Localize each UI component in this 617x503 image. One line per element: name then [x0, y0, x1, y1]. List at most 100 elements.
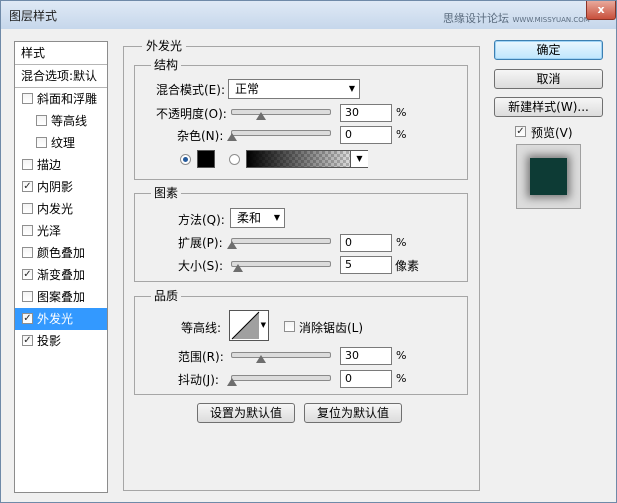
range-label: 范围(R): [178, 350, 224, 364]
sidebar-item-label: 内阴影 [37, 180, 74, 194]
glow-color-swatch[interactable] [197, 150, 215, 168]
sidebar-item-label: 光泽 [37, 224, 62, 238]
size-field[interactable]: 5 [340, 256, 392, 274]
contour-label: 等高线: [181, 321, 222, 335]
noise-field[interactable]: 0 [340, 126, 392, 144]
style-checkbox[interactable] [22, 225, 33, 236]
jitter-slider[interactable] [231, 375, 331, 381]
spread-label: 扩展(P): [178, 236, 223, 250]
range-slider-thumb[interactable] [256, 355, 267, 363]
quality-title: 品质 [151, 287, 182, 304]
gradient-radio[interactable] [229, 154, 240, 165]
noise-slider-thumb[interactable] [227, 133, 237, 141]
panel-title: 外发光 [142, 37, 187, 54]
sidebar-item[interactable]: ✓ 内阴影 [15, 176, 107, 198]
sidebar-item-label: 颜色叠加 [37, 246, 86, 260]
style-checkbox[interactable] [36, 137, 47, 148]
spread-slider[interactable] [231, 238, 331, 244]
set-default-button[interactable]: 设置为默认值 [197, 403, 295, 423]
contour-picker[interactable]: ▼ [229, 310, 269, 341]
sidebar-item[interactable]: 描边 [15, 154, 107, 176]
opacity-slider[interactable] [231, 109, 331, 115]
sidebar-item-label: 内发光 [37, 202, 74, 216]
jitter-field[interactable]: 0 [340, 370, 392, 388]
ok-button[interactable]: 确定 [494, 40, 603, 60]
antialias-checkbox[interactable] [284, 321, 295, 332]
antialias-label: 消除锯齿(L) [299, 321, 364, 335]
opacity-slider-thumb[interactable] [256, 112, 267, 120]
preview-label: 预览(V) [531, 126, 573, 140]
range-slider[interactable] [231, 352, 331, 358]
sidebar-item-label: 投影 [37, 334, 62, 348]
noise-slider[interactable] [231, 130, 331, 136]
style-checkbox[interactable]: ✓ [22, 269, 33, 280]
style-checkbox[interactable]: ✓ [22, 313, 33, 324]
solid-color-radio[interactable] [180, 154, 191, 165]
sidebar-item-label: 渐变叠加 [37, 268, 86, 282]
new-style-button[interactable]: 新建样式(W)... [494, 97, 603, 117]
cancel-button[interactable]: 取消 [494, 69, 603, 89]
jitter-slider-thumb[interactable] [227, 378, 237, 386]
contour-curve-icon [231, 311, 260, 340]
sidebar-item[interactable]: 等高线 [15, 110, 107, 132]
layer-style-dialog: 图层样式 思缘设计论坛 WWW.MISSYUAN.COM x 样式 混合选项:默… [0, 0, 617, 503]
spread-field[interactable]: 0 [340, 234, 392, 252]
opacity-field[interactable]: 30 [340, 104, 392, 122]
style-checkbox[interactable]: ✓ [22, 181, 33, 192]
range-field[interactable]: 30 [340, 347, 392, 365]
watermark-url: WWW.MISSYUAN.COM [512, 16, 590, 24]
style-list: 样式 混合选项:默认 斜面和浮雕等高线纹理描边 ✓ 内阴影内发光光泽颜色叠加 ✓ 渐变叠… [14, 41, 108, 493]
sidebar-item[interactable]: 纹理 [15, 132, 107, 154]
percent-unit: % [396, 349, 407, 362]
sidebar-item[interactable]: 颜色叠加 [15, 242, 107, 264]
method-select[interactable]: 柔和 ▼ [230, 208, 285, 228]
sidebar-item[interactable]: ✓ 外发光 [15, 308, 107, 330]
sidebar-item-label: 纹理 [51, 136, 76, 150]
style-checkbox[interactable] [22, 93, 33, 104]
sidebar-item-label: 外发光 [37, 312, 74, 326]
sidebar-item[interactable]: 光泽 [15, 220, 107, 242]
window-title: 图层样式 [9, 9, 58, 23]
style-checkbox[interactable] [22, 203, 33, 214]
style-checkbox[interactable] [36, 115, 47, 126]
watermark: 思缘设计论坛 WWW.MISSYUAN.COM [443, 10, 590, 26]
sidebar-item[interactable]: 内发光 [15, 198, 107, 220]
opacity-label: 不透明度(O): [156, 107, 227, 121]
size-unit: 像素 [395, 259, 420, 273]
reset-default-button[interactable]: 复位为默认值 [304, 403, 402, 423]
size-slider-thumb[interactable] [233, 264, 243, 272]
elements-title: 图素 [151, 184, 182, 201]
style-checkbox[interactable]: ✓ [22, 335, 33, 346]
title-bar[interactable]: 图层样式 思缘设计论坛 WWW.MISSYUAN.COM x [1, 1, 616, 29]
structure-title: 结构 [151, 56, 182, 73]
blend-mode-value: 正常 [235, 82, 260, 96]
chevron-down-icon: ▼ [260, 321, 266, 329]
size-label: 大小(S): [178, 259, 224, 273]
percent-unit: % [396, 106, 407, 119]
close-button[interactable]: x [586, 1, 616, 20]
chevron-down-icon: ▼ [273, 213, 280, 222]
preview-swatch [530, 158, 567, 195]
preview-checkbox[interactable]: ✓ [515, 126, 526, 137]
blend-mode-select[interactable]: 正常 ▼ [228, 79, 360, 99]
sidebar-item[interactable]: 图案叠加 [15, 286, 107, 308]
sidebar-item-label: 描边 [37, 158, 62, 172]
sidebar-header-styles[interactable]: 样式 [15, 42, 107, 64]
spread-slider-thumb[interactable] [227, 241, 237, 249]
sidebar-item[interactable]: 斜面和浮雕 [15, 88, 107, 110]
watermark-text: 思缘设计论坛 [443, 12, 509, 25]
jitter-label: 抖动(J): [178, 373, 219, 387]
size-slider[interactable] [231, 261, 331, 267]
percent-unit: % [396, 128, 407, 141]
gradient-dropdown-icon[interactable]: ▼ [350, 151, 368, 167]
style-checkbox[interactable] [22, 247, 33, 258]
percent-unit: % [396, 372, 407, 385]
sidebar-item-label: 斜面和浮雕 [37, 92, 98, 106]
sidebar-item[interactable]: ✓ 渐变叠加 [15, 264, 107, 286]
style-checkbox[interactable] [22, 291, 33, 302]
sidebar-item[interactable]: ✓ 投影 [15, 330, 107, 352]
sidebar-item-label: 等高线 [51, 114, 88, 128]
sidebar-blend-options[interactable]: 混合选项:默认 [15, 65, 107, 87]
percent-unit: % [396, 236, 407, 249]
style-checkbox[interactable] [22, 159, 33, 170]
